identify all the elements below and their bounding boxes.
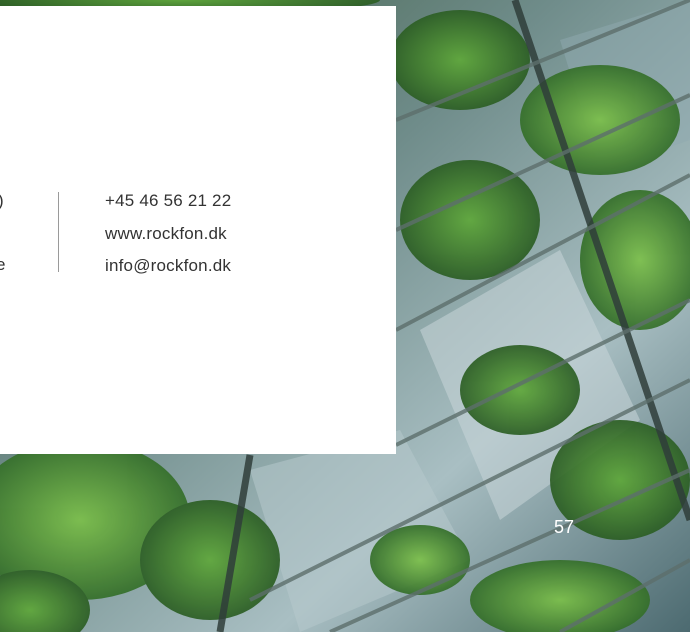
cropped-text-fragment: e — [0, 255, 6, 274]
email-link[interactable]: info@rockfon.dk — [105, 256, 231, 276]
cropped-text-fragment: ) — [0, 191, 4, 211]
page-number: 57 — [554, 517, 575, 537]
vertical-divider — [58, 192, 59, 272]
website-link[interactable]: www.rockfon.dk — [105, 224, 227, 244]
phone-number: +45 46 56 21 22 — [105, 191, 232, 210]
